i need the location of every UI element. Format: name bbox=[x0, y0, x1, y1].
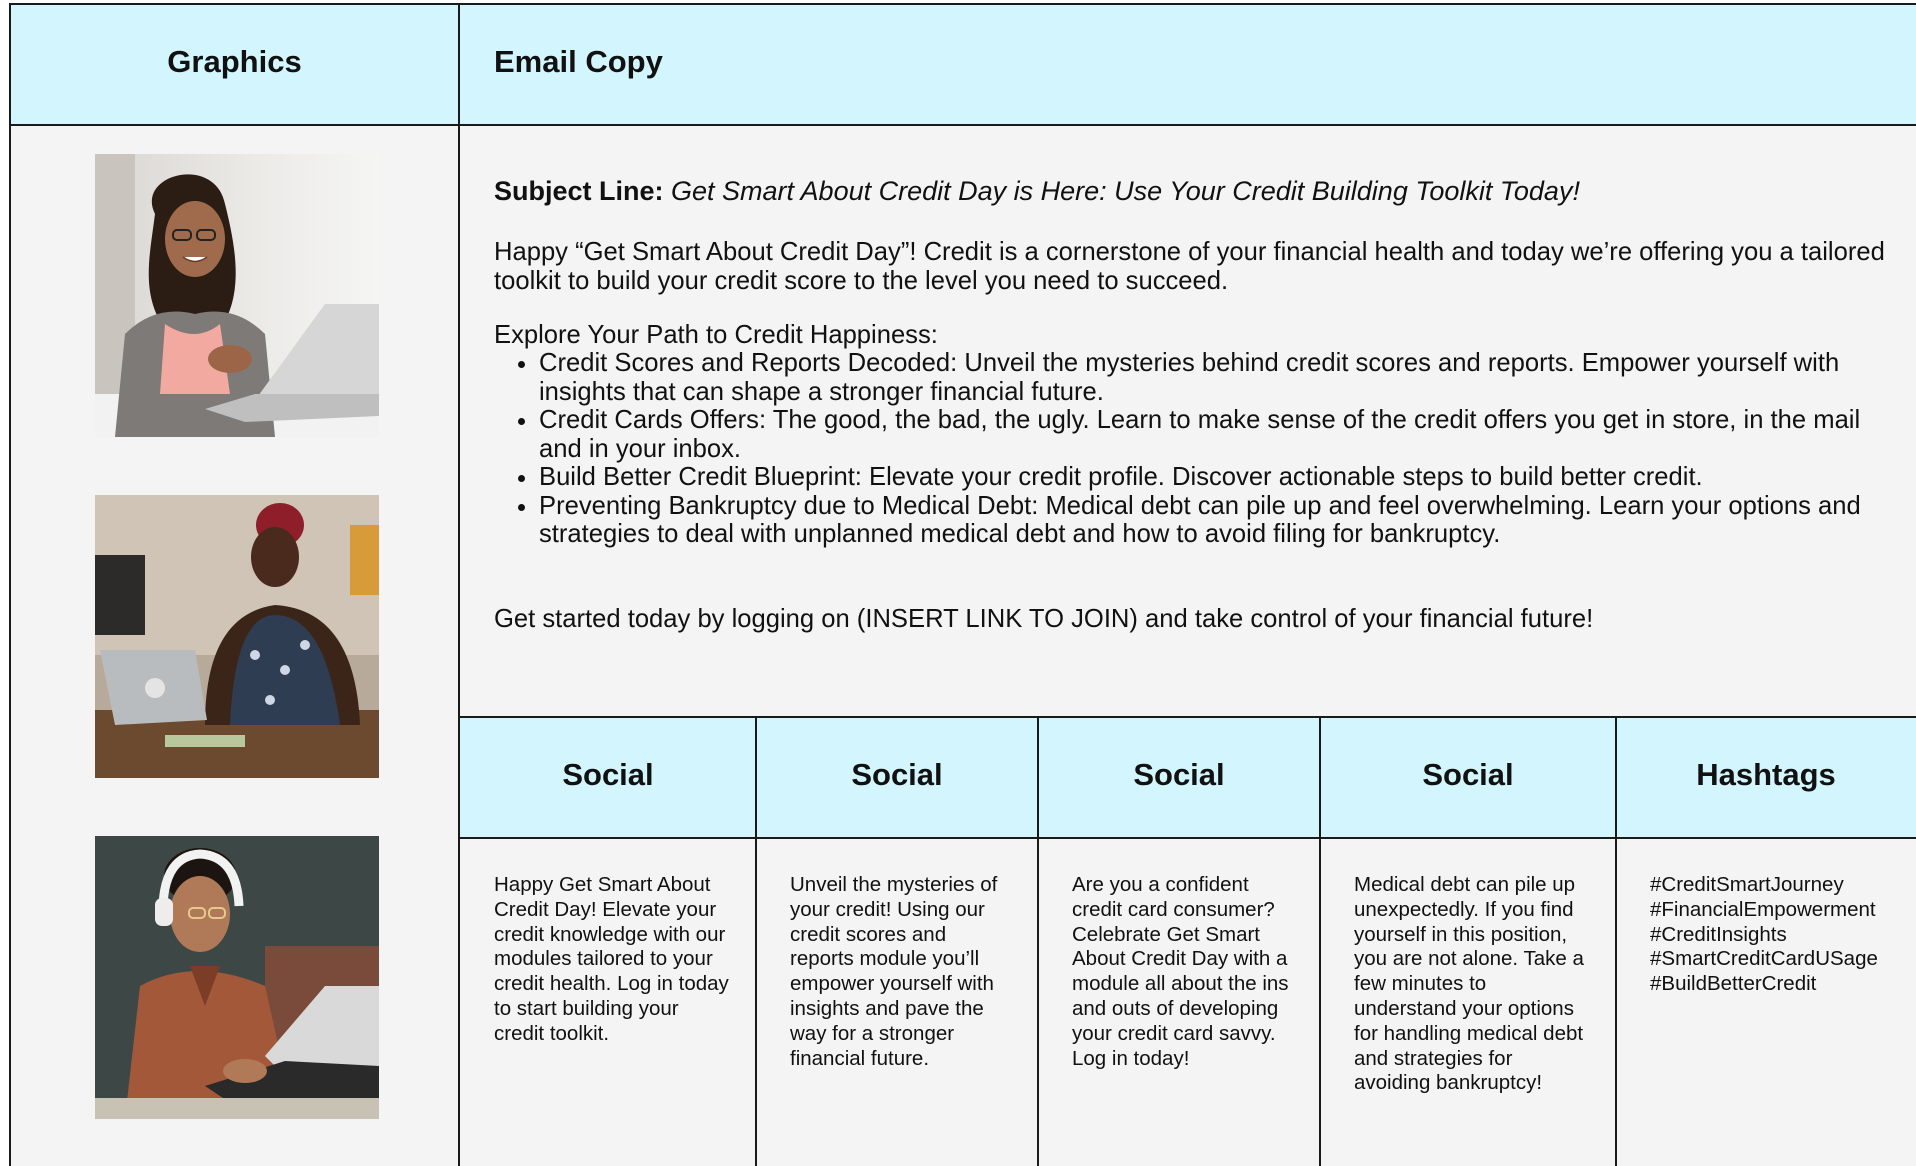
social-post-2: Unveil the mysteries of your credit! Usi… bbox=[790, 873, 998, 1070]
email-copy-header bbox=[460, 4, 1916, 125]
social-divider-3 bbox=[1319, 716, 1321, 1166]
hashtag-item: #FinancialEmpowerment bbox=[1650, 897, 1876, 921]
graphics-column-divider bbox=[458, 3, 460, 1166]
hashtag-item: #CreditInsights bbox=[1650, 922, 1787, 946]
list-item: Preventing Bankruptcy due to Medical Deb… bbox=[539, 492, 1894, 549]
list-item: Credit Scores and Reports Decoded: Unvei… bbox=[539, 349, 1894, 406]
subject-line-value: Get Smart About Credit Day is Here: Use … bbox=[663, 176, 1580, 206]
social-header-divider bbox=[459, 837, 1916, 839]
social-post-4: Medical debt can pile up unexpectedly. I… bbox=[1354, 873, 1584, 1095]
subject-line-label: Subject Line: bbox=[494, 176, 664, 206]
subject-line: Subject Line: Get Smart About Credit Day… bbox=[494, 176, 1580, 207]
hashtag-list: #CreditSmartJourney #FinancialEmpowermen… bbox=[1650, 873, 1912, 997]
social-post-3: Are you a confident credit card consumer… bbox=[1072, 873, 1289, 1070]
list-item: Credit Cards Offers: The good, the bad, … bbox=[539, 406, 1894, 463]
email-call-to-action: Get started today by logging on (INSERT … bbox=[494, 605, 1594, 633]
social-divider-2 bbox=[1037, 716, 1039, 1166]
social-top-border bbox=[459, 716, 1916, 718]
photo-woman-laptop-table bbox=[95, 495, 379, 778]
hashtag-item: #BuildBetterCredit bbox=[1650, 972, 1817, 996]
hashtag-item: #SmartCreditCardUSage bbox=[1650, 947, 1878, 971]
social-divider-4 bbox=[1615, 716, 1617, 1166]
list-item: Build Better Credit Blueprint: Elevate y… bbox=[539, 463, 1894, 492]
email-explore-heading: Explore Your Path to Credit Happiness: bbox=[494, 321, 938, 349]
left-border bbox=[9, 3, 11, 1166]
hashtag-item: #CreditSmartJourney bbox=[1650, 873, 1844, 896]
photo-man-headphones-laptop bbox=[95, 836, 379, 1119]
social-divider-1 bbox=[755, 716, 757, 1166]
social-title-2: Social bbox=[851, 757, 943, 792]
email-bullet-list: Credit Scores and Reports Decoded: Unvei… bbox=[494, 349, 1894, 549]
graphics-title: Graphics bbox=[167, 44, 302, 79]
email-copy-title: Email Copy bbox=[494, 44, 663, 79]
social-title-1: Social bbox=[562, 757, 654, 792]
social-title-3: Social bbox=[1133, 757, 1225, 792]
header-divider bbox=[9, 124, 1916, 126]
social-title-4: Social bbox=[1422, 757, 1514, 792]
email-intro: Happy “Get Smart About Credit Day”! Cred… bbox=[494, 238, 1885, 295]
top-border bbox=[9, 3, 1916, 5]
social-post-1: Happy Get Smart About Credit Day! Elevat… bbox=[494, 873, 729, 1045]
hashtags-title: Hashtags bbox=[1696, 757, 1836, 792]
photo-woman-smiling-laptop bbox=[95, 154, 379, 437]
